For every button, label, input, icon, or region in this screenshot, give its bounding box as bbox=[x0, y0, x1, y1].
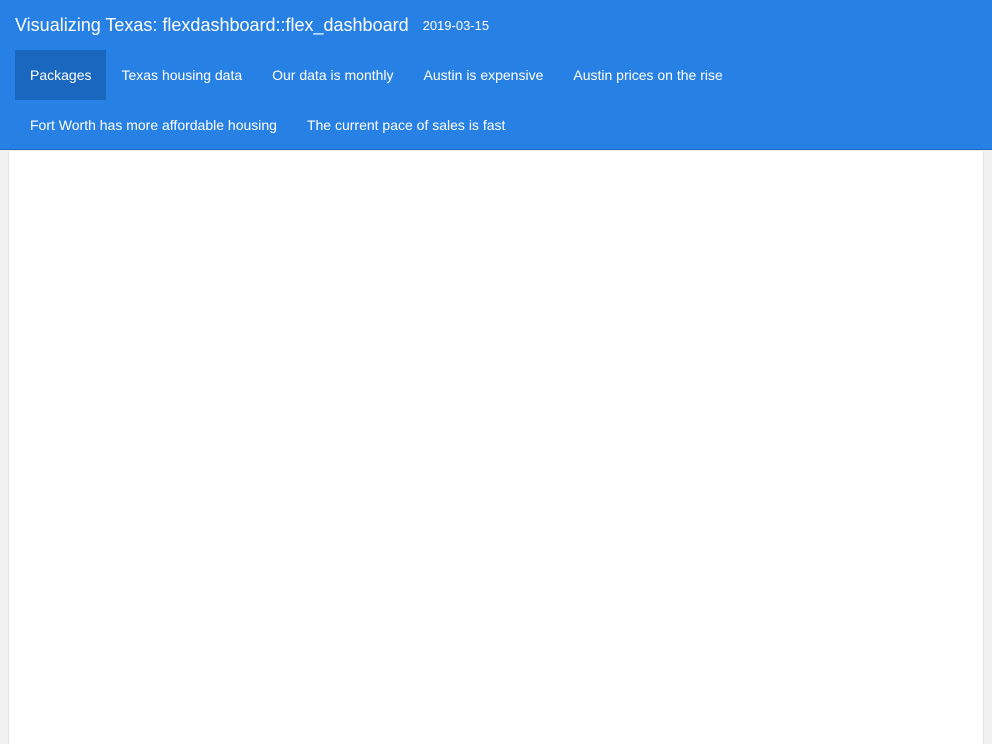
tab-label: Austin is expensive bbox=[423, 67, 544, 83]
tab-label: Our data is monthly bbox=[272, 67, 394, 83]
tab-label: Austin prices on the rise bbox=[573, 67, 723, 83]
tab-current-pace-of-sales[interactable]: The current pace of sales is fast bbox=[292, 100, 520, 150]
tab-label: Fort Worth has more affordable housing bbox=[30, 117, 277, 133]
brand: Visualizing Texas: flexdashboard::flex_d… bbox=[15, 0, 489, 50]
tab-austin-is-expensive[interactable]: Austin is expensive bbox=[409, 50, 559, 100]
tab-texas-housing-data[interactable]: Texas housing data bbox=[106, 50, 257, 100]
tab-packages[interactable]: Packages bbox=[15, 50, 107, 100]
tab-austin-prices-on-the-rise[interactable]: Austin prices on the rise bbox=[558, 50, 737, 100]
dashboard-title[interactable]: Visualizing Texas: flexdashboard::flex_d… bbox=[15, 15, 409, 36]
tab-label: Texas housing data bbox=[121, 67, 243, 83]
nav-tabs-row-2: Fort Worth has more affordable housing T… bbox=[15, 100, 520, 150]
content-panel bbox=[8, 151, 984, 744]
navbar: Visualizing Texas: flexdashboard::flex_d… bbox=[0, 0, 992, 150]
tab-fort-worth-affordable-housing[interactable]: Fort Worth has more affordable housing bbox=[15, 100, 292, 150]
dashboard-date: 2019-03-15 bbox=[422, 17, 490, 33]
tab-label: Packages bbox=[30, 67, 92, 83]
nav-tabs-row-1: Packages Texas housing data Our data is … bbox=[15, 50, 738, 100]
tab-label: The current pace of sales is fast bbox=[306, 117, 506, 133]
tab-our-data-is-monthly[interactable]: Our data is monthly bbox=[257, 50, 408, 100]
